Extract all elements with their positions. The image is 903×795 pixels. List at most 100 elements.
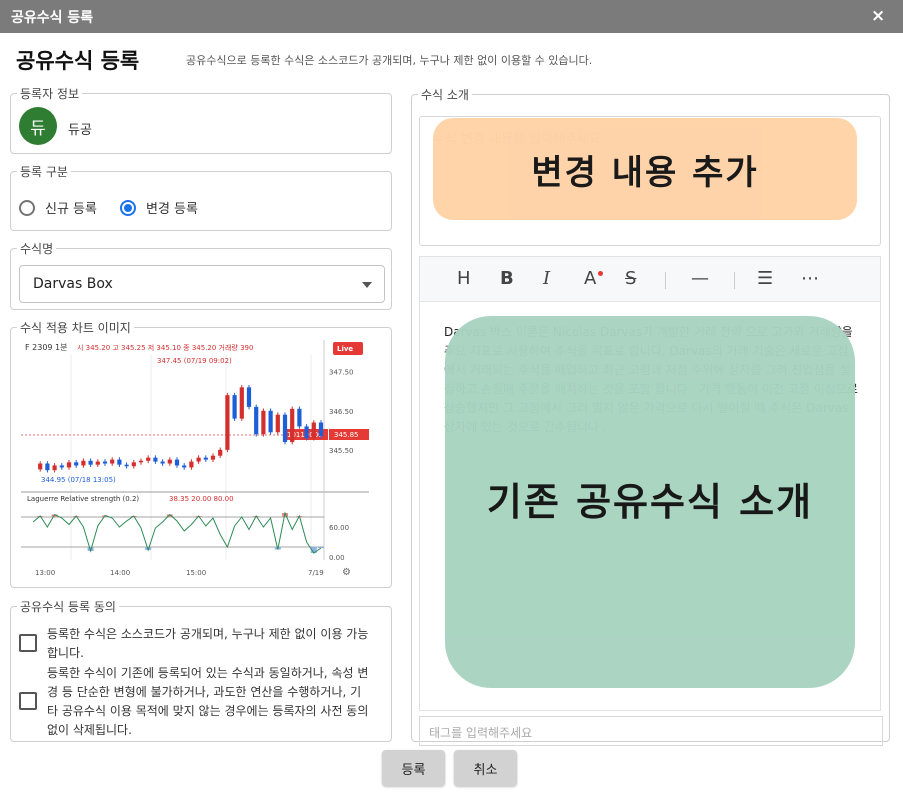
price-candle [232, 395, 237, 419]
price-candle [282, 414, 288, 443]
price-candle [88, 460, 93, 465]
intro-legend: 수식 소개 [421, 88, 469, 102]
radio-circle-selected [120, 199, 136, 216]
price-candle [160, 461, 165, 464]
chart-annotation-low: 344.95 (07/18 13:05) [41, 476, 116, 484]
x-tick-label: 14:00 [110, 569, 130, 577]
price-candle [218, 449, 223, 456]
text-color-dot [598, 271, 603, 276]
close-icon[interactable]: × [871, 6, 885, 26]
avatar: 듀 [19, 107, 57, 145]
cancel-button[interactable]: 취소 [454, 750, 517, 786]
agreement-legend: 공유수식 등록 동의 [20, 600, 116, 614]
x-tick-label: 7/19 [308, 569, 324, 577]
agreement-checkbox[interactable] [19, 634, 37, 652]
radio-circle [19, 199, 35, 216]
price-candle [318, 422, 324, 437]
price-candle [189, 461, 194, 468]
author-name: 듀공 [68, 123, 92, 138]
indicator-values: 38.35 20.00 80.00 [169, 495, 234, 503]
osc-oversold-fill [318, 547, 324, 548]
price-candle [146, 457, 151, 461]
price-candle [210, 455, 216, 460]
editor-toolbar: H B I A S — ☰ ⋯ [420, 257, 880, 302]
price-tick-label: 346.50 [329, 408, 354, 416]
price-tick-label: 345.50 [329, 447, 354, 455]
agreement-item[interactable]: 등록한 수식이 기존에 등록되어 있는 수식과 동일하거나, 속성 변경 등 단… [19, 664, 369, 740]
price-candle [74, 462, 79, 466]
price-badge-last: 345.85 [334, 431, 359, 439]
price-candle [167, 459, 172, 464]
price-candle [268, 410, 273, 433]
price-candle [131, 462, 136, 467]
radio-label: 변경 등록 [146, 202, 198, 217]
dialog-titlebar: 공유수식 등록 × [0, 0, 903, 33]
price-candle [297, 408, 302, 427]
change-description-input[interactable]: 수식 변경 내용을 입력해주세요. [419, 116, 881, 246]
more-icon[interactable]: ⋯ [801, 268, 819, 289]
chart-quote: 시 345.20 고 345.25 저 345.10 종 345.20 거래량 … [77, 343, 253, 352]
text-color-icon[interactable]: A [584, 268, 596, 289]
price-candle [81, 460, 86, 466]
live-badge: Live [337, 345, 353, 353]
agreement-text: 등록한 수식이 기존에 등록되어 있는 수식과 동일하거나, 속성 변경 등 단… [47, 666, 369, 737]
price-candle [102, 461, 108, 464]
price-candle [275, 414, 280, 433]
radio-new-registration[interactable]: 신규 등록 [19, 198, 97, 217]
reg-type-section: 등록 구분 신규 등록 변경 등록 [10, 163, 392, 231]
price-candle [225, 395, 230, 450]
rich-text-editor[interactable]: H B I A S — ☰ ⋯ Darvas 박스 이론은 Nicolas Da… [419, 256, 881, 711]
dialog-title: 공유수식 등록 [11, 10, 94, 26]
price-candle [182, 465, 187, 468]
x-tick-label: 13:00 [35, 569, 55, 577]
price-candle [203, 457, 208, 460]
strikethrough-icon[interactable]: S [625, 268, 636, 289]
page-subtitle: 공유수식으로 등록한 수식은 소스코드가 공개되며, 누구나 제한 없이 이용할… [186, 54, 593, 67]
tag-input[interactable]: 태그를 입력해주세요 [419, 716, 883, 746]
chart-symbol: F 2309 1분 [25, 343, 68, 352]
tag-input-placeholder: 태그를 입력해주세요 [429, 726, 533, 740]
price-candle [261, 410, 266, 435]
chevron-down-icon [362, 282, 372, 288]
horizontal-rule-icon[interactable]: — [691, 268, 709, 289]
bulleted-list-icon[interactable]: ☰ [757, 268, 773, 289]
price-candle [239, 387, 244, 419]
submit-button[interactable]: 등록 [382, 750, 445, 786]
price-candle [196, 457, 201, 462]
radio-change-registration[interactable]: 변경 등록 [120, 198, 198, 217]
price-candle [38, 463, 43, 470]
osc-tick-label: 60.00 [329, 524, 349, 532]
price-candle [52, 465, 57, 471]
price-candle [66, 462, 72, 468]
price-candle [110, 459, 115, 464]
agreement-text: 등록한 수식은 소스코드가 공개되며, 누구나 제한 없이 이용 가능합니다. [47, 627, 369, 660]
formula-name-select[interactable]: Darvas Box [19, 265, 385, 303]
chart-image-legend: 수식 적용 차트 이미지 [20, 321, 131, 335]
price-candle [124, 464, 129, 467]
author-legend: 등록자 정보 [20, 87, 80, 101]
reg-type-legend: 등록 구분 [20, 165, 68, 179]
heading-icon[interactable]: H [457, 268, 471, 289]
price-candle [117, 459, 122, 465]
price-candle [59, 465, 64, 468]
formula-name-value: Darvas Box [33, 276, 113, 292]
radio-label: 신규 등록 [45, 202, 97, 217]
price-tick-label: 347.50 [329, 369, 354, 377]
price-candle [95, 461, 100, 465]
editor-content[interactable]: Darvas 박스 이론은 Nicolas Darvas가 개발한 거래 전략 … [444, 323, 859, 437]
price-candle [290, 408, 295, 443]
italic-icon[interactable]: I [543, 268, 550, 289]
x-tick-label: 15:00 [186, 569, 206, 577]
page-title: 공유수식 등록 [16, 49, 140, 73]
chart-settings-icon: ⚙ [342, 567, 351, 578]
change-description-placeholder: 수식 변경 내용을 입력해주세요. [433, 132, 606, 147]
agreement-checkbox[interactable] [19, 692, 37, 710]
toolbar-divider [734, 272, 735, 289]
price-candle [138, 460, 144, 463]
bold-icon[interactable]: B [500, 268, 514, 289]
price-candle [45, 463, 50, 471]
agreement-item[interactable]: 등록한 수식은 소스코드가 공개되며, 누구나 제한 없이 이용 가능합니다. [19, 625, 369, 663]
price-candle [246, 387, 252, 407]
formula-name-section: 수식명 Darvas Box [10, 240, 392, 310]
price-candle [254, 406, 259, 435]
